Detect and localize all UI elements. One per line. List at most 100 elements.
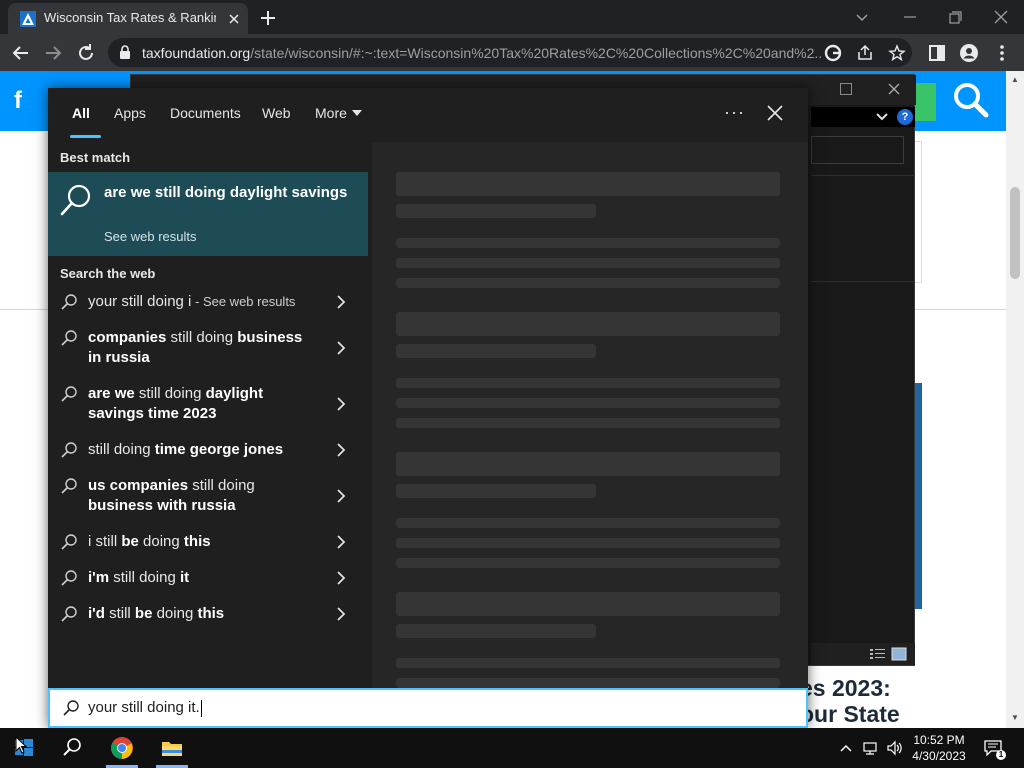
skeleton-bar xyxy=(396,172,780,196)
more-options-ellipsis-icon[interactable]: ··· xyxy=(724,102,745,123)
web-suggestion-item[interactable]: are we still doing daylight savings time… xyxy=(48,376,368,432)
best-match-title-plain: are we still doing xyxy=(104,184,230,201)
tab-apps[interactable]: Apps xyxy=(114,105,146,121)
minimize-icon[interactable] xyxy=(898,6,922,28)
web-suggestion-item[interactable]: companies still doing business in russia xyxy=(48,320,368,376)
explorer-search-box[interactable] xyxy=(811,136,904,164)
url-host: taxfoundation.org xyxy=(142,45,251,61)
share-icon[interactable] xyxy=(856,44,874,62)
best-match-result[interactable]: are we still doing daylight savings See … xyxy=(48,172,368,256)
bookmark-star-icon[interactable] xyxy=(888,44,906,62)
chevron-right-icon[interactable] xyxy=(336,341,346,355)
details-view-icon[interactable] xyxy=(869,647,887,661)
suggestion-text-bold: in russia xyxy=(88,349,150,366)
page-scrollbar[interactable]: ▲ ▼ xyxy=(1006,71,1024,728)
menu-kebab-icon[interactable] xyxy=(992,43,1012,63)
web-suggestion-item[interactable]: i'd still be doing this xyxy=(48,596,368,632)
explorer-row-divider xyxy=(811,281,915,282)
suggestion-text-plain: doing xyxy=(138,533,184,550)
new-tab-plus-icon[interactable] xyxy=(258,8,278,28)
suggestion-text: i still be doing this xyxy=(88,532,318,552)
web-suggestion-item[interactable]: i still be doing this xyxy=(48,524,368,560)
tab-search-chevron-icon[interactable] xyxy=(850,6,874,28)
suggestion-hint: - See web results xyxy=(191,294,296,309)
search-results-list: Best match are we still doing daylight s… xyxy=(48,142,368,688)
search-icon xyxy=(61,534,77,550)
url-path: /state/wisconsin/#:~:text=Wisconsin%20Ta… xyxy=(250,45,822,61)
lock-icon[interactable] xyxy=(118,45,132,60)
suggestion-text: your still doing i - See web results xyxy=(88,292,318,312)
explorer-close-icon[interactable] xyxy=(887,82,901,96)
network-icon[interactable] xyxy=(862,740,878,756)
side-panel-icon[interactable] xyxy=(927,43,947,63)
search-icon xyxy=(61,478,77,494)
chevron-right-icon[interactable] xyxy=(336,571,346,585)
skeleton-bar xyxy=(396,312,780,336)
reload-icon[interactable] xyxy=(75,42,97,64)
close-flyout-icon[interactable] xyxy=(767,105,783,121)
chevron-right-icon[interactable] xyxy=(336,295,346,309)
suggestion-text: are we still doing daylight savings time… xyxy=(88,384,318,424)
page-scrollbar-thumb[interactable] xyxy=(1010,187,1020,279)
ribbon-expand-chevron-icon[interactable] xyxy=(875,111,889,123)
back-arrow-icon[interactable] xyxy=(10,42,32,64)
suggestion-text-bold: this xyxy=(197,605,225,622)
volume-icon[interactable] xyxy=(886,740,902,756)
explorer-maximize-icon[interactable] xyxy=(839,82,853,96)
chevron-right-icon[interactable] xyxy=(336,489,346,503)
close-tab-icon[interactable] xyxy=(226,11,242,27)
search-input-value[interactable]: your still doing it. xyxy=(88,699,202,717)
chevron-right-icon[interactable] xyxy=(336,397,346,411)
skeleton-bar xyxy=(396,418,780,428)
web-suggestion-item[interactable]: your still doing i - See web results xyxy=(48,284,368,320)
scroll-up-arrow-icon[interactable]: ▲ xyxy=(1011,75,1019,84)
facebook-icon[interactable]: f xyxy=(14,87,22,115)
skeleton-bar xyxy=(396,484,596,498)
profile-avatar-icon[interactable] xyxy=(959,43,979,63)
forward-arrow-icon[interactable] xyxy=(42,42,64,64)
chevron-right-icon[interactable] xyxy=(336,607,346,621)
google-lens-icon[interactable] xyxy=(824,44,842,62)
tab-documents[interactable]: Documents xyxy=(170,105,241,121)
large-icons-view-icon[interactable] xyxy=(891,647,907,661)
browser-tab[interactable]: Wisconsin Tax Rates & Rankings xyxy=(8,3,248,34)
site-search-icon[interactable] xyxy=(950,79,992,121)
system-clock[interactable]: 10:52 PM 4/30/2023 xyxy=(908,732,970,764)
suggestion-text-bold: it xyxy=(179,569,190,586)
chevron-right-icon[interactable] xyxy=(336,443,346,457)
search-icon xyxy=(61,606,77,622)
skeleton-bar xyxy=(396,624,596,638)
web-suggestion-item[interactable]: us companies still doing business with r… xyxy=(48,468,368,524)
best-match-label: Best match xyxy=(60,150,131,165)
web-suggestion-item[interactable]: i'm still doing it xyxy=(48,560,368,596)
more-dropdown-caret-icon[interactable] xyxy=(352,110,362,116)
suggestion-text: still doing time george jones xyxy=(88,440,318,460)
best-match-title: are we still doing daylight savings xyxy=(104,183,354,203)
file-explorer-icon[interactable] xyxy=(160,736,184,760)
address-bar[interactable]: taxfoundation.org/state/wisconsin/#:~:te… xyxy=(108,38,912,67)
scroll-down-arrow-icon[interactable]: ▼ xyxy=(1011,713,1019,722)
suggestion-text-plain: i still xyxy=(88,533,122,550)
clock-time: 10:52 PM xyxy=(913,733,965,747)
suggestion-text-bold: are we xyxy=(88,385,135,402)
chrome-icon[interactable] xyxy=(110,736,134,760)
search-input[interactable]: your still doing it. xyxy=(48,688,808,728)
help-icon[interactable]: ? xyxy=(897,109,913,125)
browser-toolbar: taxfoundation.org/state/wisconsin/#:~:te… xyxy=(0,34,1024,71)
tax-foundation-favicon-icon xyxy=(20,11,36,27)
suggestion-text: us companies still doing business with r… xyxy=(88,476,318,516)
tab-more[interactable]: More xyxy=(315,105,347,121)
show-hidden-icons-chevron-icon[interactable] xyxy=(838,740,854,756)
close-window-icon[interactable] xyxy=(989,6,1013,28)
restore-icon[interactable] xyxy=(943,6,967,28)
tab-all[interactable]: All xyxy=(72,105,90,121)
chevron-right-icon[interactable] xyxy=(336,535,346,549)
taskbar-search-icon[interactable] xyxy=(60,736,84,760)
tab-web[interactable]: Web xyxy=(262,105,291,121)
web-suggestion-item[interactable]: still doing time george jones xyxy=(48,432,368,468)
skeleton-bar xyxy=(396,538,780,548)
suggestion-text-plain: doing xyxy=(152,605,198,622)
suggestion-text-bold: this xyxy=(183,533,211,550)
search-icon xyxy=(61,386,77,402)
search-icon xyxy=(61,442,77,458)
